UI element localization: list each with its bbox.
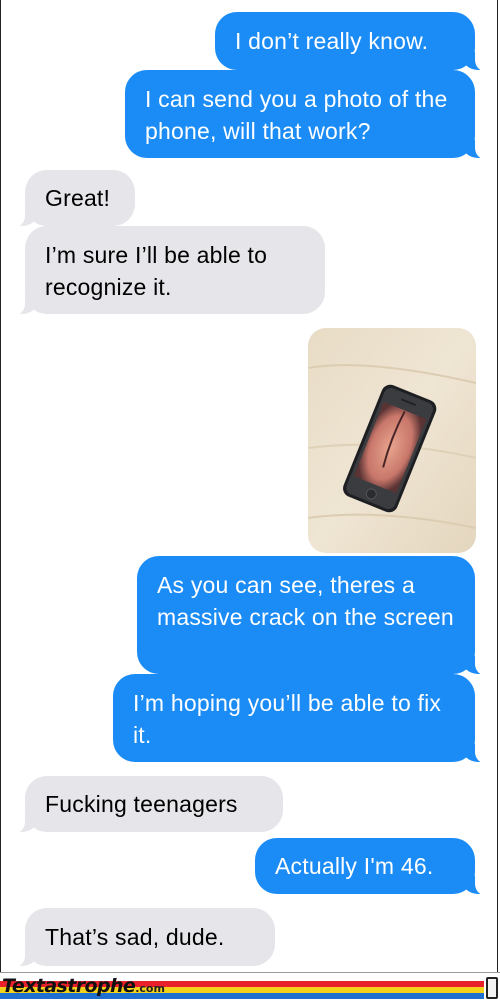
message-text: Actually I'm 46. [275, 853, 434, 879]
brand-logo: Textastrophe.com [2, 975, 165, 997]
message-bubble-received[interactable]: Great! [5, 170, 135, 228]
message-bubble-sent[interactable]: I’m hoping you’ll be able to fix it. [113, 674, 495, 764]
message-text: I can send you a photo of the phone, wil… [145, 86, 448, 144]
message-bubble-received[interactable]: That’s sad, dude. [5, 908, 275, 968]
message-bubble-received[interactable]: I’m sure I’ll be able to recognize it. [5, 226, 325, 316]
message-text: I’m sure I’ll be able to recognize it. [45, 242, 268, 300]
message-text: I don’t really know. [235, 28, 429, 54]
brand-name: Textastrophe [2, 975, 136, 997]
phone-icon [486, 977, 498, 999]
message-text: As you can see, theres a massive crack o… [157, 572, 454, 630]
message-text: Fucking teenagers [45, 791, 238, 817]
message-bubble-sent[interactable]: Actually I'm 46. [255, 838, 495, 896]
message-text: That’s sad, dude. [45, 924, 225, 950]
message-bubble-sent[interactable]: I don’t really know. [215, 12, 495, 72]
message-bubble-sent[interactable]: As you can see, theres a massive crack o… [137, 556, 495, 676]
message-text: Great! [45, 185, 111, 211]
message-bubble-received[interactable]: Fucking teenagers [5, 776, 283, 834]
phone-photo-image [308, 328, 476, 553]
message-bubble-sent[interactable]: I can send you a photo of the phone, wil… [125, 70, 495, 160]
photo-attachment[interactable] [308, 328, 476, 553]
brand-domain: .com [135, 982, 165, 995]
message-text: I’m hoping you’ll be able to fix it. [133, 690, 442, 748]
watermark-footer: Textastrophe.com [0, 972, 500, 1005]
